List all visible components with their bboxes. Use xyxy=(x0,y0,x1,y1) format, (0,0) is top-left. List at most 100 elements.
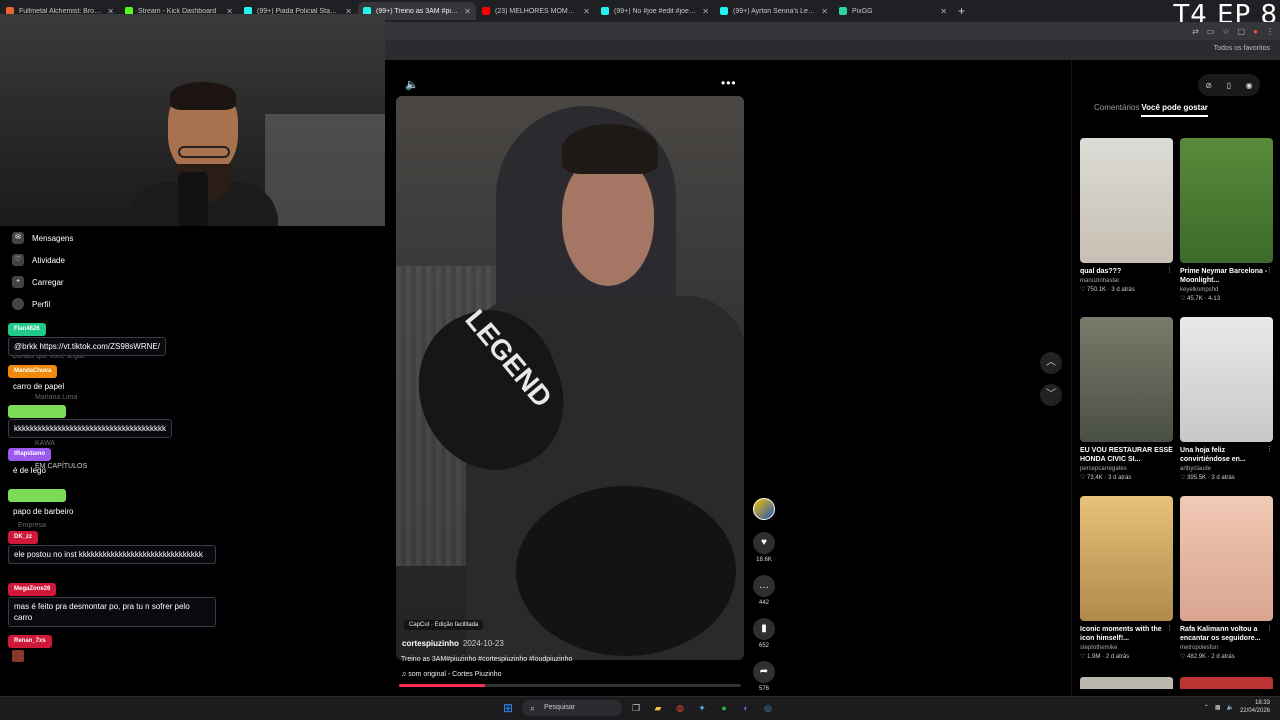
card-author[interactable]: percepcarregates xyxy=(1080,466,1173,472)
browser-tab[interactable]: (99+) Ayrton Senna's Legendary ✕ xyxy=(715,2,833,20)
new-tab-button[interactable]: + xyxy=(958,4,965,18)
chat-username[interactable] xyxy=(8,405,66,418)
more-options-icon[interactable]: ⋮ xyxy=(1266,624,1273,632)
webcam-overlay xyxy=(0,14,385,226)
video-sound[interactable]: ♫ som original - Cortes Piuzinho xyxy=(401,671,502,678)
recommended-video-card[interactable]: EU VOU RESTAURAR ESSE HONDA CIVIC SI... p… xyxy=(1080,317,1173,481)
recommended-video-card[interactable]: Prime Neymar Barcelona - Moonlight... key… xyxy=(1180,138,1273,302)
chrome-icon[interactable]: ◍ xyxy=(672,700,688,716)
recommended-video-card[interactable]: Iconic moments with the icon himself!...… xyxy=(1080,496,1173,660)
sidebar-item-messages[interactable]: ✉ Mensagens xyxy=(12,232,73,244)
close-tab-icon[interactable]: ✕ xyxy=(583,7,590,16)
tab-favicon-icon xyxy=(482,7,490,15)
close-tab-icon[interactable]: ✕ xyxy=(940,7,947,16)
taskbar-apps: ⊞ Pesquisar ❐ ▰ ◍ ✦ ● ◐ ◎ xyxy=(500,700,776,716)
face xyxy=(562,156,654,286)
user-avatar[interactable]: ◉ xyxy=(1246,81,1253,90)
chevron-down-icon[interactable]: ﹀ xyxy=(1040,384,1062,406)
app-icon[interactable]: ✦ xyxy=(694,700,710,716)
close-tab-icon[interactable]: ✕ xyxy=(464,7,471,16)
block-icon[interactable]: ⊘ xyxy=(1205,81,1212,90)
video-thumbnail[interactable] xyxy=(1180,138,1273,263)
following-account[interactable]: Mariana Lima xyxy=(35,394,77,401)
windows-start-icon[interactable]: ⊞ xyxy=(500,700,516,716)
network-icon[interactable]: ▦ xyxy=(1215,704,1221,711)
card-author[interactable]: steptothemike xyxy=(1080,645,1173,651)
recommended-video-card[interactable]: Una hoja feliz convirtiéndose en... artby… xyxy=(1180,317,1273,481)
sidebar-item-profile[interactable]: Perfil xyxy=(12,298,50,310)
video-author[interactable]: cortespiuzinho 2024-10-23 xyxy=(402,639,504,648)
save-count: 652 xyxy=(758,643,769,649)
obs-icon[interactable]: ◎ xyxy=(760,700,776,716)
chat-username[interactable]: Flan4626 xyxy=(8,323,46,336)
like-button[interactable]: ♥ 18.6K xyxy=(753,532,775,563)
tab-title: (23) MELHORES MOMENTOS: F xyxy=(495,7,578,15)
chat-username[interactable]: Renan_7xs xyxy=(8,635,52,648)
volume-icon[interactable]: 🔈 xyxy=(405,78,419,91)
card-title: Iconic moments with the icon himself!... xyxy=(1080,626,1162,642)
close-tab-icon[interactable]: ✕ xyxy=(702,7,709,16)
card-author[interactable]: artbyclaude xyxy=(1180,466,1273,472)
more-options-icon[interactable]: ⋮ xyxy=(1266,266,1273,274)
save-button[interactable]: ▮ 652 xyxy=(753,618,775,649)
translate-icon[interactable]: ⇄ xyxy=(1192,27,1199,36)
card-author[interactable]: manuzinhastar xyxy=(1080,278,1173,284)
browser-tab[interactable]: PixGG ✕ xyxy=(834,2,952,20)
menu-icon[interactable]: ⋮ xyxy=(1266,27,1274,36)
sidebar-item-upload[interactable]: + Carregar xyxy=(12,276,64,288)
more-options-icon[interactable]: ⋮ xyxy=(1166,624,1173,632)
chevron-up-icon[interactable]: ︿ xyxy=(1040,352,1062,374)
chat-username[interactable] xyxy=(8,489,66,502)
close-tab-icon[interactable]: ✕ xyxy=(821,7,828,16)
extension-icon[interactable]: ▢ xyxy=(1238,27,1246,36)
browser-tab[interactable]: (99+) No #joe #edit #joegoldb ✕ xyxy=(596,2,714,20)
tab-comments[interactable]: Comentários xyxy=(1094,103,1139,117)
phone-icon[interactable]: ▯ xyxy=(1227,81,1231,90)
sidebar-item-activity[interactable]: ♡ Atividade xyxy=(12,254,65,266)
spotify-icon[interactable]: ● xyxy=(716,700,732,716)
partial-card-thumb[interactable] xyxy=(1080,677,1173,689)
recommended-video-card[interactable]: Rafa Kalimann voltou a encantar os segui… xyxy=(1180,496,1273,660)
panel-toolbar: ⊘ ▯ ◉ xyxy=(1198,74,1260,96)
card-author[interactable]: metropolesfun xyxy=(1180,645,1273,651)
browser-tab[interactable]: (23) MELHORES MOMENTOS: F ✕ xyxy=(477,2,595,20)
chat-username[interactable]: DK_zz xyxy=(8,531,39,544)
video-thumbnail[interactable] xyxy=(1180,317,1273,442)
star-icon[interactable]: ☆ xyxy=(1222,27,1229,36)
video-thumbnail[interactable] xyxy=(1180,496,1273,621)
card-author[interactable]: keyelkompshd xyxy=(1180,287,1273,293)
chat-username[interactable]: tRapidamo xyxy=(8,448,52,461)
following-account[interactable]: KAWA xyxy=(35,440,55,447)
all-favorites-link[interactable]: Todos os favoritos xyxy=(1214,45,1270,52)
cast-icon[interactable]: ▭ xyxy=(1207,27,1215,36)
chevron-up-icon[interactable]: ⌃ xyxy=(1204,704,1209,711)
comment-button[interactable]: … 442 xyxy=(753,575,775,606)
more-options-icon[interactable]: ⋮ xyxy=(1166,266,1173,274)
task-view-icon[interactable]: ❐ xyxy=(628,700,644,716)
chat-username[interactable]: MandaChuva xyxy=(8,365,58,378)
activity-icon: ♡ xyxy=(12,254,24,266)
profile-avatar-icon[interactable]: ● xyxy=(1253,27,1258,36)
taskbar-search[interactable]: Pesquisar xyxy=(522,700,622,716)
more-options-icon[interactable]: ⋮ xyxy=(1266,445,1273,453)
clock[interactable]: 18:33 22/04/2026 xyxy=(1240,699,1270,715)
video-thumbnail[interactable] xyxy=(1080,496,1173,621)
video-player[interactable]: LEGEND CapCut · Edição facilitada cortes… xyxy=(396,96,744,660)
card-meta: ♡ 1.9M · 2 d atrás xyxy=(1080,654,1130,660)
recommended-video-card[interactable]: qual das??? manuzinhastar ♡ 750.1K · 3 d a… xyxy=(1080,138,1173,293)
capcut-tag[interactable]: CapCut · Edição facilitada xyxy=(404,620,484,630)
video-thumbnail[interactable] xyxy=(1080,317,1173,442)
second-glove xyxy=(516,486,736,656)
creator-avatar[interactable] xyxy=(753,498,775,520)
more-options-icon[interactable]: ⋮ xyxy=(1166,445,1173,453)
video-thumbnail[interactable] xyxy=(1080,138,1173,263)
more-options-icon[interactable]: ••• xyxy=(721,76,737,90)
tab-you-may-like[interactable]: Você pode gostar xyxy=(1141,103,1208,117)
chat-username[interactable]: MegaZone26 xyxy=(8,583,57,596)
volume-icon[interactable]: 🔈 xyxy=(1226,704,1233,711)
discord-icon[interactable]: ◐ xyxy=(738,700,754,716)
video-progress-bar[interactable] xyxy=(399,684,741,687)
file-explorer-icon[interactable]: ▰ xyxy=(650,700,666,716)
partial-card-thumb[interactable] xyxy=(1180,677,1273,689)
share-button[interactable]: ➦ 576 xyxy=(753,661,775,692)
